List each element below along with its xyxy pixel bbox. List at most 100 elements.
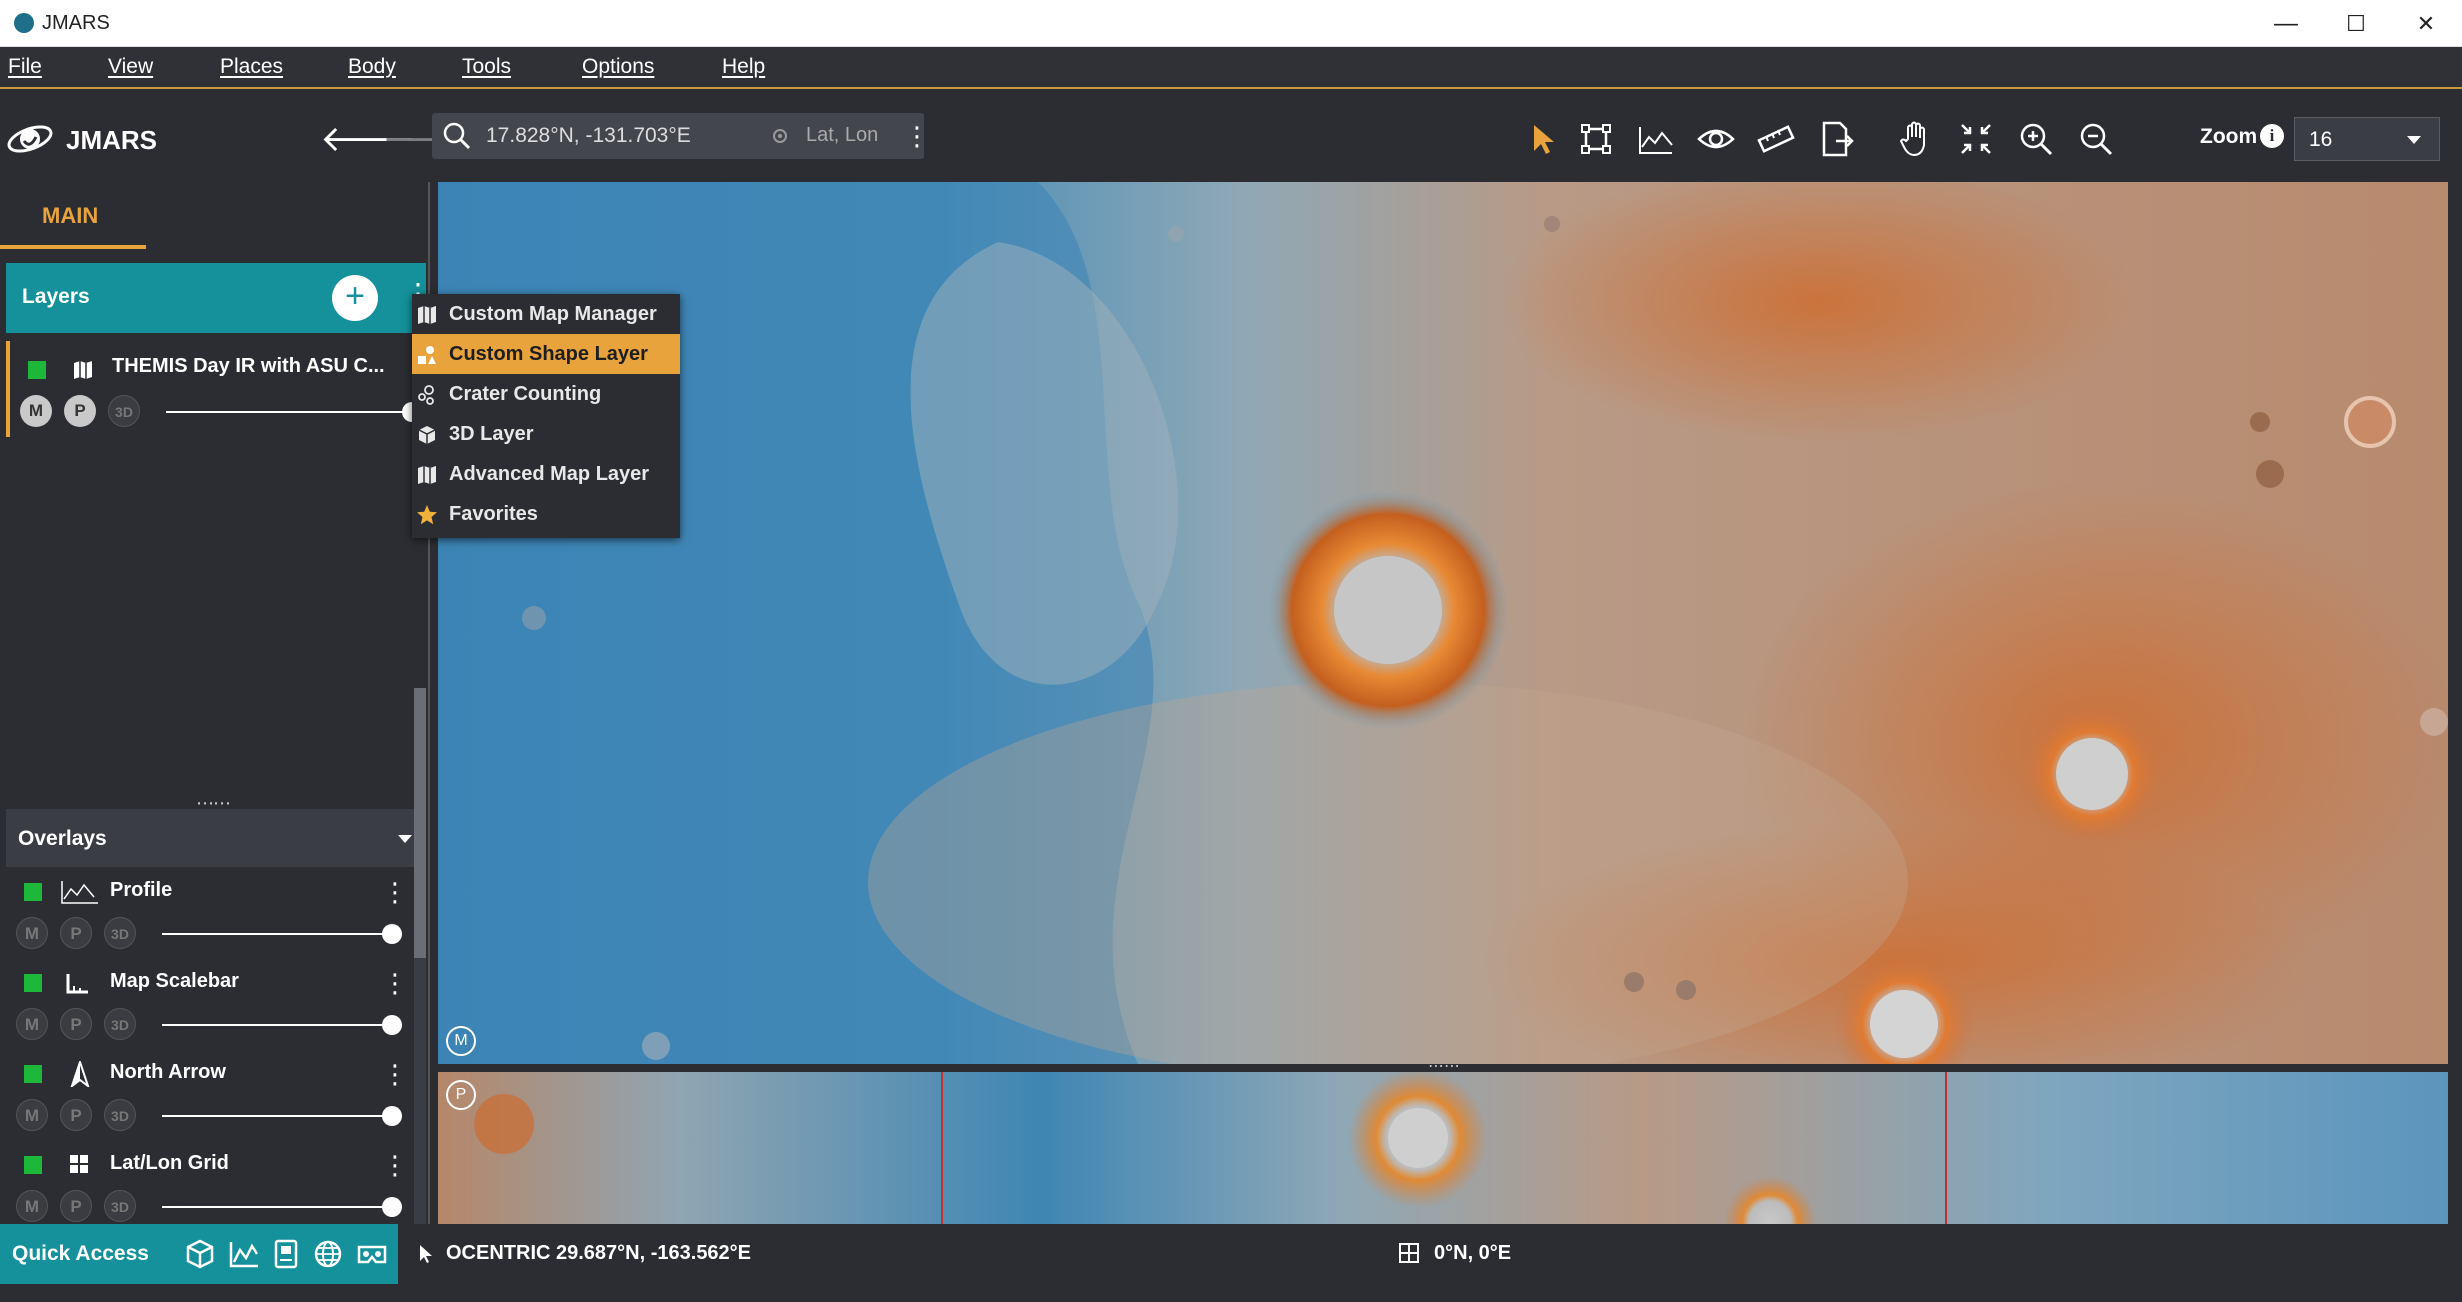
- book-icon[interactable]: [270, 1238, 302, 1270]
- cube-icon[interactable]: [184, 1238, 216, 1270]
- layer-row[interactable]: THEMIS Day IR with ASU C... ⋮ M P 3D: [6, 341, 430, 437]
- visibility-toggle[interactable]: [24, 883, 42, 901]
- visibility-toggle[interactable]: [24, 1156, 42, 1174]
- panner-view-chip[interactable]: P: [60, 1008, 92, 1040]
- main-map-view[interactable]: M: [438, 182, 2448, 1064]
- visibility-toggle[interactable]: [28, 361, 46, 379]
- overlays-header[interactable]: Overlays: [6, 809, 426, 867]
- panner-terrain-image: [438, 1072, 2448, 1224]
- opacity-slider[interactable]: [162, 933, 398, 935]
- menu-file[interactable]: File: [8, 55, 42, 79]
- 3d-view-chip[interactable]: 3D: [104, 1008, 136, 1040]
- minimize-button[interactable]: —: [2256, 6, 2316, 42]
- ruler-icon[interactable]: [1756, 119, 1796, 159]
- overlay-options-kebab-icon[interactable]: ⋮: [382, 1059, 408, 1090]
- chevron-down-icon: [2407, 136, 2421, 144]
- menu-item-custom-map-manager[interactable]: Custom Map Manager: [412, 294, 680, 334]
- opacity-slider[interactable]: [166, 411, 412, 413]
- window-title: JMARS: [42, 12, 110, 34]
- menu-places[interactable]: Places: [220, 55, 283, 79]
- map-icon: [74, 361, 92, 379]
- visibility-toggle[interactable]: [24, 974, 42, 992]
- panner-view-chip[interactable]: P: [60, 1099, 92, 1131]
- overlay-row-map-scalebar[interactable]: Map Scalebar ⋮ M P 3D: [6, 958, 412, 1049]
- 3d-view-chip[interactable]: 3D: [104, 1190, 136, 1222]
- scrollbar-thumb[interactable]: [414, 688, 426, 958]
- main-view-chip[interactable]: M: [16, 1190, 48, 1222]
- panner-map-view[interactable]: P: [438, 1072, 2448, 1224]
- opacity-slider-knob[interactable]: [382, 1106, 402, 1126]
- menu-options[interactable]: Options: [582, 55, 654, 79]
- overlay-options-kebab-icon[interactable]: ⋮: [382, 877, 408, 908]
- menu-item-3d-layer[interactable]: 3D Layer: [412, 414, 680, 454]
- overlay-row-lat-lon-grid[interactable]: Lat/Lon Grid ⋮ M P 3D: [6, 1140, 412, 1231]
- menu-item-custom-shape-layer[interactable]: Custom Shape Layer: [412, 334, 680, 374]
- menu-body[interactable]: Body: [348, 55, 396, 79]
- quick-access-label: Quick Access: [12, 1242, 149, 1265]
- menu-item-advanced-map-layer[interactable]: Advanced Map Layer: [412, 454, 680, 494]
- vr-icon[interactable]: [356, 1238, 388, 1270]
- opacity-slider-knob[interactable]: [382, 924, 402, 944]
- close-button[interactable]: ✕: [2396, 6, 2456, 42]
- overlay-row-north-arrow[interactable]: North Arrow ⋮ M P 3D: [6, 1049, 412, 1140]
- cursor-icon: [420, 1245, 432, 1263]
- crater-icon: [418, 385, 434, 405]
- location-search: Lat, Lon ⋮: [432, 113, 930, 159]
- add-layer-button[interactable]: +: [332, 275, 378, 321]
- zoom-out-icon[interactable]: [2076, 119, 2116, 159]
- location-input[interactable]: [486, 121, 746, 151]
- overlay-name: Map Scalebar: [110, 970, 239, 992]
- search-options-kebab-icon[interactable]: ⋮: [904, 121, 930, 152]
- profile-line-icon: [61, 881, 98, 904]
- main-view-chip[interactable]: M: [16, 1008, 48, 1040]
- maximize-button[interactable]: ☐: [2326, 6, 2386, 42]
- overlay-row-profile[interactable]: Profile ⋮ M P 3D: [6, 867, 412, 958]
- zoom-info-icon[interactable]: i: [2260, 124, 2284, 148]
- grid-icon: [70, 1155, 88, 1173]
- menu-view[interactable]: View: [108, 55, 153, 79]
- main-view-chip[interactable]: M: [16, 1099, 48, 1131]
- profile-line-icon[interactable]: [1636, 119, 1676, 159]
- main-view-chip[interactable]: M: [16, 917, 48, 949]
- resize-select-icon[interactable]: [1576, 119, 1616, 159]
- menu-tools[interactable]: Tools: [462, 55, 511, 79]
- eye-icon[interactable]: [1696, 119, 1736, 159]
- coordinate-type[interactable]: Lat, Lon: [806, 124, 878, 147]
- 3d-view-chip[interactable]: 3D: [104, 1099, 136, 1131]
- panner-view-chip[interactable]: P: [60, 917, 92, 949]
- 3d-view-chip[interactable]: 3D: [104, 917, 136, 949]
- visibility-toggle[interactable]: [24, 1065, 42, 1083]
- chart-icon[interactable]: [228, 1238, 260, 1270]
- menu-item-favorites[interactable]: Favorites: [412, 494, 680, 534]
- search-icon[interactable]: [442, 121, 472, 151]
- opacity-slider-knob[interactable]: [382, 1015, 402, 1035]
- select-arrow-icon[interactable]: [1522, 119, 1562, 159]
- star-icon: [417, 505, 437, 525]
- panner-view-chip[interactable]: P: [60, 1190, 92, 1222]
- crosshair-icon: [773, 129, 787, 143]
- main-view-chip[interactable]: M: [20, 395, 52, 427]
- opacity-slider[interactable]: [162, 1206, 398, 1208]
- shapes-icon: [418, 346, 436, 364]
- overlay-options-kebab-icon[interactable]: ⋮: [382, 1150, 408, 1181]
- tab-main[interactable]: MAIN: [0, 179, 146, 249]
- status-bar: OCENTRIC 29.687°N, -163.562°E 0°N, 0°E: [400, 1224, 2462, 1284]
- zoom-select[interactable]: 16: [2294, 117, 2440, 161]
- menu-help[interactable]: Help: [722, 55, 765, 79]
- opacity-slider-knob[interactable]: [382, 1197, 402, 1217]
- globe-icon[interactable]: [312, 1238, 344, 1270]
- pan-hand-icon[interactable]: [1896, 119, 1936, 159]
- opacity-slider[interactable]: [162, 1115, 398, 1117]
- 3d-view-chip[interactable]: 3D: [108, 395, 140, 427]
- map-splitter[interactable]: ⋯⋯: [438, 1058, 2448, 1075]
- overlays-scrollbar[interactable]: [414, 688, 426, 1228]
- overlay-options-kebab-icon[interactable]: ⋮: [382, 968, 408, 999]
- menu-item-crater-counting[interactable]: Crater Counting: [412, 374, 680, 414]
- fit-extent-icon[interactable]: [1956, 119, 1996, 159]
- cursor-coordinates: 29.687°N, -163.562°E: [556, 1242, 752, 1264]
- opacity-slider[interactable]: [162, 1024, 398, 1026]
- zoom-in-icon[interactable]: [2016, 119, 2056, 159]
- chevron-down-icon[interactable]: [398, 835, 412, 843]
- panner-view-chip[interactable]: P: [64, 395, 96, 427]
- export-icon[interactable]: [1816, 119, 1856, 159]
